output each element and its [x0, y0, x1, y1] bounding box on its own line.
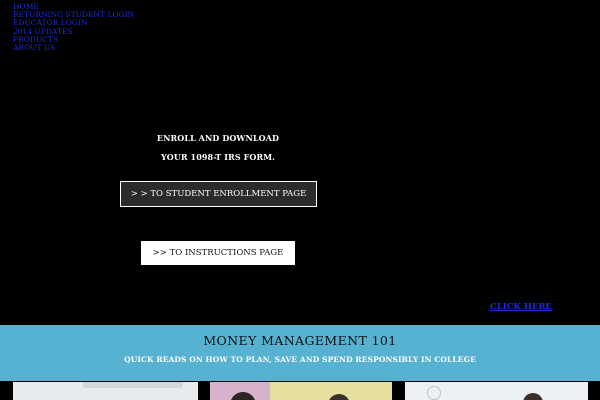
student-enrollment-button[interactable]: > > TO STUDENT ENROLLMENT PAGE: [120, 181, 317, 207]
banner-title: MONEY MANAGEMENT 101: [203, 333, 397, 348]
click-here-link[interactable]: CLICK HERE: [490, 302, 552, 312]
top-nav: HOME RETURNING STUDENT LOGIN EDUCATOR LO…: [13, 0, 134, 52]
banner-subtitle: QUICK READS ON HOW TO PLAN, SAVE AND SPE…: [124, 355, 476, 364]
nav-item-products: PRODUCTS: [13, 33, 134, 43]
nav-item-about-us: ABOUT US: [13, 41, 134, 52]
nav-item-home: HOME: [13, 0, 134, 10]
nav-link-about-us[interactable]: ABOUT US: [13, 43, 55, 52]
card-1-photo-detail: [83, 382, 183, 388]
card-2-person-head-2: [328, 394, 350, 400]
money-management-banner: MONEY MANAGEMENT 101 QUICK READS ON HOW …: [0, 325, 600, 381]
page: HOME RETURNING STUDENT LOGIN EDUCATOR LO…: [0, 0, 600, 400]
hero-heading-line-2: YOUR 1098-T IRS FORM.: [160, 152, 276, 162]
nav-item-returning-student-login: RETURNING STUDENT LOGIN: [13, 8, 134, 18]
card-3-person-head: [523, 393, 543, 400]
instructions-button[interactable]: >> TO INSTRUCTIONS PAGE: [141, 241, 295, 265]
hero-heading-line-1: ENROLL AND DOWNLOAD: [156, 133, 280, 143]
article-card-3-image[interactable]: [405, 382, 588, 400]
article-card-1-image[interactable]: [13, 382, 198, 400]
card-3-photo-detail: [427, 386, 441, 400]
article-card-2-image[interactable]: [210, 382, 392, 400]
